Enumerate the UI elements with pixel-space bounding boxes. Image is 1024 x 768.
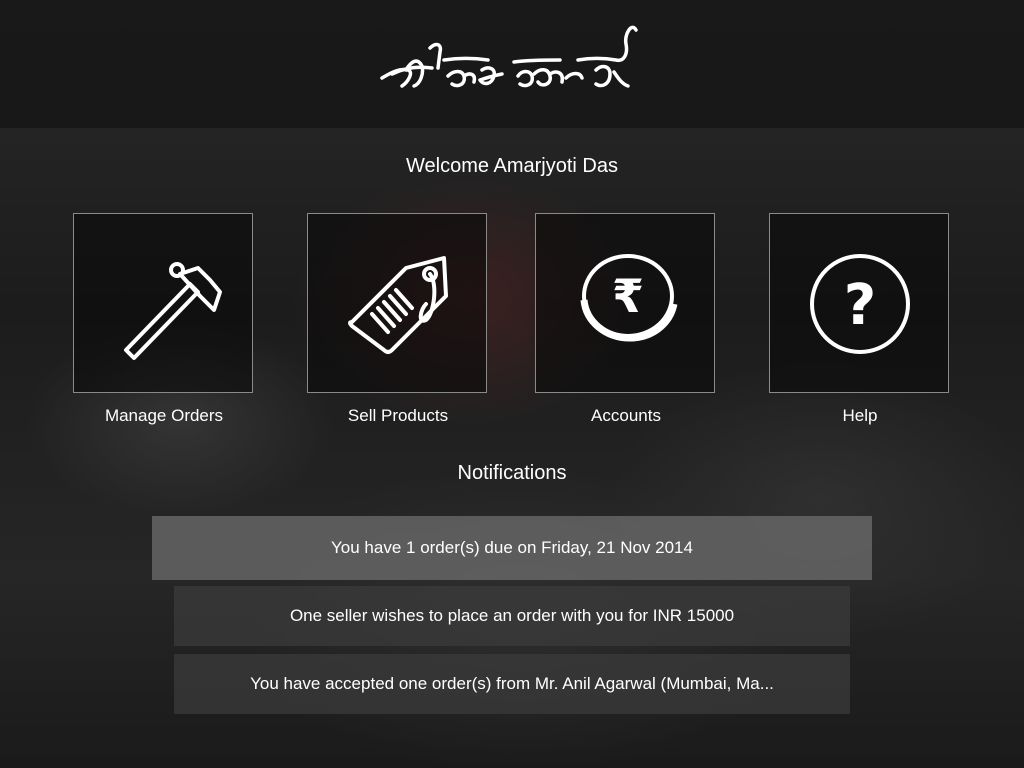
accounts-button[interactable]: ₹ (535, 213, 715, 393)
notifications-heading: Notifications (457, 462, 567, 484)
help-label: Help (842, 406, 878, 425)
help-icon: ? (810, 254, 910, 354)
sell-products-button[interactable] (307, 213, 487, 393)
rupee-symbol: ₹ (612, 269, 644, 323)
sell-products-label: Sell Products (347, 406, 449, 425)
price-tag-icon (348, 256, 448, 354)
app-logo (380, 25, 638, 88)
notification-item[interactable]: You have accepted one order(s) from Mr. … (174, 654, 850, 714)
accounts-label: Accounts (591, 406, 661, 425)
header-bar (0, 0, 1024, 128)
help-symbol: ? (844, 273, 876, 338)
rupee-icon: ₹ (580, 254, 678, 342)
manage-orders-label: Manage Orders (104, 406, 224, 425)
manage-orders-button[interactable] (73, 213, 253, 393)
notification-item[interactable]: One seller wishes to place an order with… (174, 586, 850, 646)
welcome-message: Welcome Amarjyoti Das (406, 155, 618, 177)
hammer-icon (124, 262, 222, 360)
help-button[interactable]: ? (769, 213, 949, 393)
notification-item[interactable]: You have 1 order(s) due on Friday, 21 No… (152, 516, 872, 580)
